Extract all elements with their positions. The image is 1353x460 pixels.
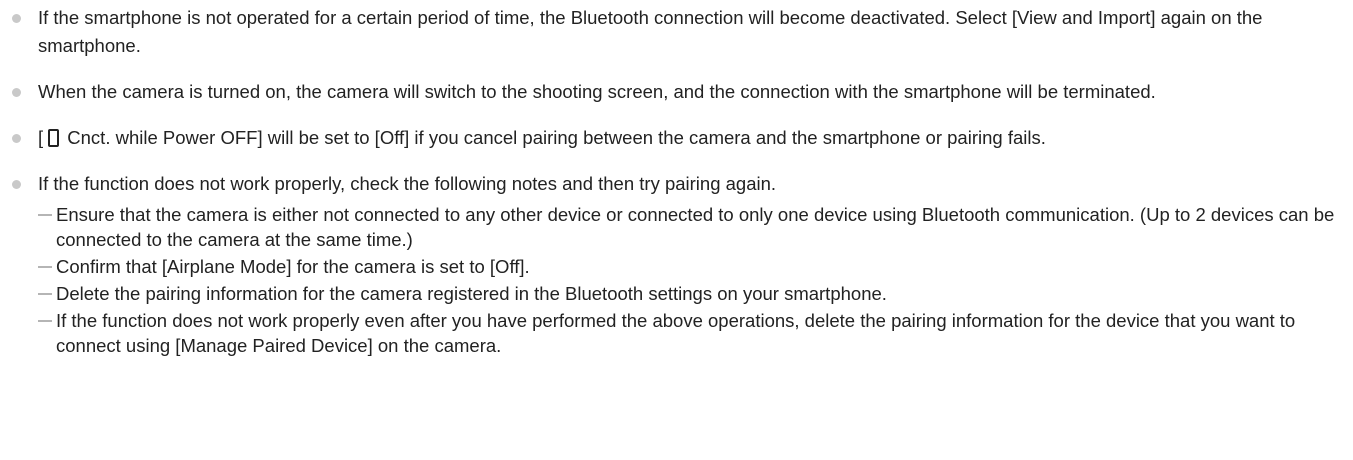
sub-item-text: If the function does not work properly e…: [56, 310, 1296, 356]
note-text: Cnct. while Power OFF] will be set to [O…: [62, 127, 1046, 148]
bullet-icon: [12, 88, 21, 97]
sub-item-text: Delete the pairing information for the c…: [56, 283, 887, 304]
sub-list-item: Ensure that the camera is either not con…: [38, 202, 1339, 252]
sub-list-item: If the function does not work properly e…: [38, 308, 1339, 358]
note-item: If the smartphone is not operated for a …: [0, 4, 1353, 60]
sub-list-item: Delete the pairing information for the c…: [38, 281, 1339, 306]
sub-item-text: Confirm that [Airplane Mode] for the cam…: [56, 256, 530, 277]
bullet-icon: [12, 180, 21, 189]
bullet-icon: [12, 14, 21, 23]
note-item: [ Cnct. while Power OFF] will be set to …: [0, 124, 1353, 152]
note-item: When the camera is turned on, the camera…: [0, 78, 1353, 106]
note-text: When the camera is turned on, the camera…: [38, 81, 1156, 102]
sub-list-item: Confirm that [Airplane Mode] for the cam…: [38, 254, 1339, 279]
bullet-icon: [12, 134, 21, 143]
dash-icon: [38, 293, 52, 295]
troubleshooting-sublist: Ensure that the camera is either not con…: [38, 202, 1339, 358]
note-text-prefix: [: [38, 127, 44, 148]
note-text: If the smartphone is not operated for a …: [38, 7, 1263, 56]
dash-icon: [38, 214, 52, 216]
dash-icon: [38, 320, 52, 322]
note-item: If the function does not work properly, …: [0, 170, 1353, 358]
smartphone-icon: [48, 129, 60, 147]
sub-item-text: Ensure that the camera is either not con…: [56, 204, 1335, 250]
dash-icon: [38, 266, 52, 268]
notes-list: If the smartphone is not operated for a …: [0, 4, 1353, 358]
note-text: If the function does not work properly, …: [38, 173, 777, 194]
